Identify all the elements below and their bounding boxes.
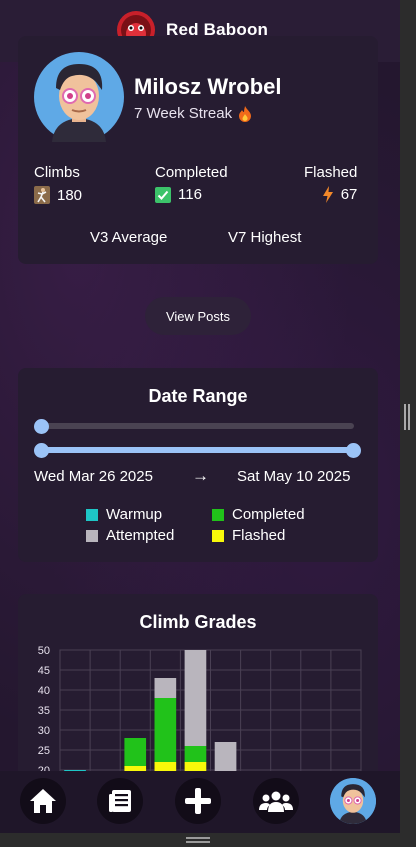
grade-average: V3 Average: [90, 229, 168, 246]
profile-card: Milosz Wrobel 7 Week Streak Climbs 180 C…: [18, 36, 378, 264]
attempted-swatch: [86, 529, 98, 542]
flashed-label: Flashed: [304, 164, 358, 181]
stat-climbs: Climbs 180: [34, 164, 82, 204]
bar-completed: [154, 698, 177, 762]
bar-attempted: [184, 650, 207, 746]
completed-swatch: [212, 508, 224, 521]
nav-profile-button[interactable]: [330, 778, 376, 824]
y-tick-label: 35: [38, 705, 50, 717]
date-to: Sat May 10 2025: [237, 468, 351, 485]
completed-label: Completed: [155, 164, 228, 181]
avatar[interactable]: [34, 52, 124, 142]
legend-flashed: Flashed: [212, 527, 285, 544]
legend-completed-label: Completed: [232, 506, 305, 523]
climbs-label: Climbs: [34, 164, 80, 181]
drag-grip[interactable]: [186, 837, 210, 843]
climbs-value: 180: [57, 186, 83, 204]
posts-icon: [109, 790, 131, 812]
legend-warmup-label: Warmup: [106, 506, 163, 523]
y-tick-label: 25: [38, 745, 50, 757]
single-slider-track[interactable]: [41, 423, 354, 429]
y-tick-label: 30: [38, 725, 50, 737]
friends-icon: [259, 791, 293, 812]
legend-flashed-label: Flashed: [232, 527, 286, 544]
y-tick-label: 50: [38, 645, 50, 657]
legend-attempted-label: Attempted: [106, 527, 175, 544]
nav-home-button[interactable]: [20, 778, 66, 824]
plus-icon: [185, 788, 211, 814]
resize-handle[interactable]: [404, 404, 412, 430]
legend-completed: Completed: [212, 506, 305, 523]
app-screen: Red Baboon Milosz Wrobel 7 Week Streak C…: [0, 0, 400, 833]
legend-attempted: Attempted: [86, 527, 174, 544]
flame-icon: [239, 105, 252, 122]
streak: 7 Week Streak: [134, 105, 252, 122]
chart-title: Climb Grades: [139, 612, 257, 632]
single-slider-thumb[interactable]: [34, 419, 49, 434]
climb-grades-card: Climb Grades 20253035404550: [18, 594, 378, 794]
flashed-swatch: [212, 529, 224, 542]
y-tick-label: 40: [38, 685, 50, 697]
y-tick-label: 45: [38, 665, 50, 677]
date-range-card: Date Range Wed Mar 26 2025 → Sat May 10 …: [18, 368, 378, 562]
avatar: [330, 778, 376, 824]
nav-add-button[interactable]: [175, 778, 221, 824]
grade-highest: V7 Highest: [228, 229, 302, 246]
checkmark-icon: [155, 186, 171, 203]
arrow-right-icon: →: [192, 466, 209, 485]
range-slider-start-thumb[interactable]: [34, 443, 49, 458]
user-name: Milosz Wrobel: [134, 74, 282, 99]
nav-friends-button[interactable]: [253, 778, 299, 824]
date-from: Wed Mar 26 2025: [34, 468, 153, 485]
range-slider-track[interactable]: [41, 447, 354, 453]
lightning-icon: [322, 186, 333, 203]
date-range-title: Date Range: [148, 386, 248, 406]
nav-posts-button[interactable]: [97, 778, 143, 824]
stat-flashed: Flashed 67: [304, 164, 357, 203]
completed-value: 116: [178, 186, 202, 203]
bar-attempted: [154, 678, 177, 698]
home-icon: [30, 789, 56, 813]
bottom-nav: [0, 771, 400, 833]
stat-completed: Completed 116: [155, 164, 228, 203]
bar-completed: [124, 738, 147, 766]
flashed-value: 67: [340, 186, 358, 203]
streak-label: 7 Week Streak: [134, 105, 233, 122]
legend-warmup: Warmup: [86, 506, 162, 523]
range-slider-end-thumb[interactable]: [346, 443, 361, 458]
warmup-swatch: [86, 508, 98, 521]
bar-completed: [184, 746, 207, 762]
view-posts-button[interactable]: View Posts: [145, 297, 251, 335]
climber-icon: [34, 186, 50, 204]
